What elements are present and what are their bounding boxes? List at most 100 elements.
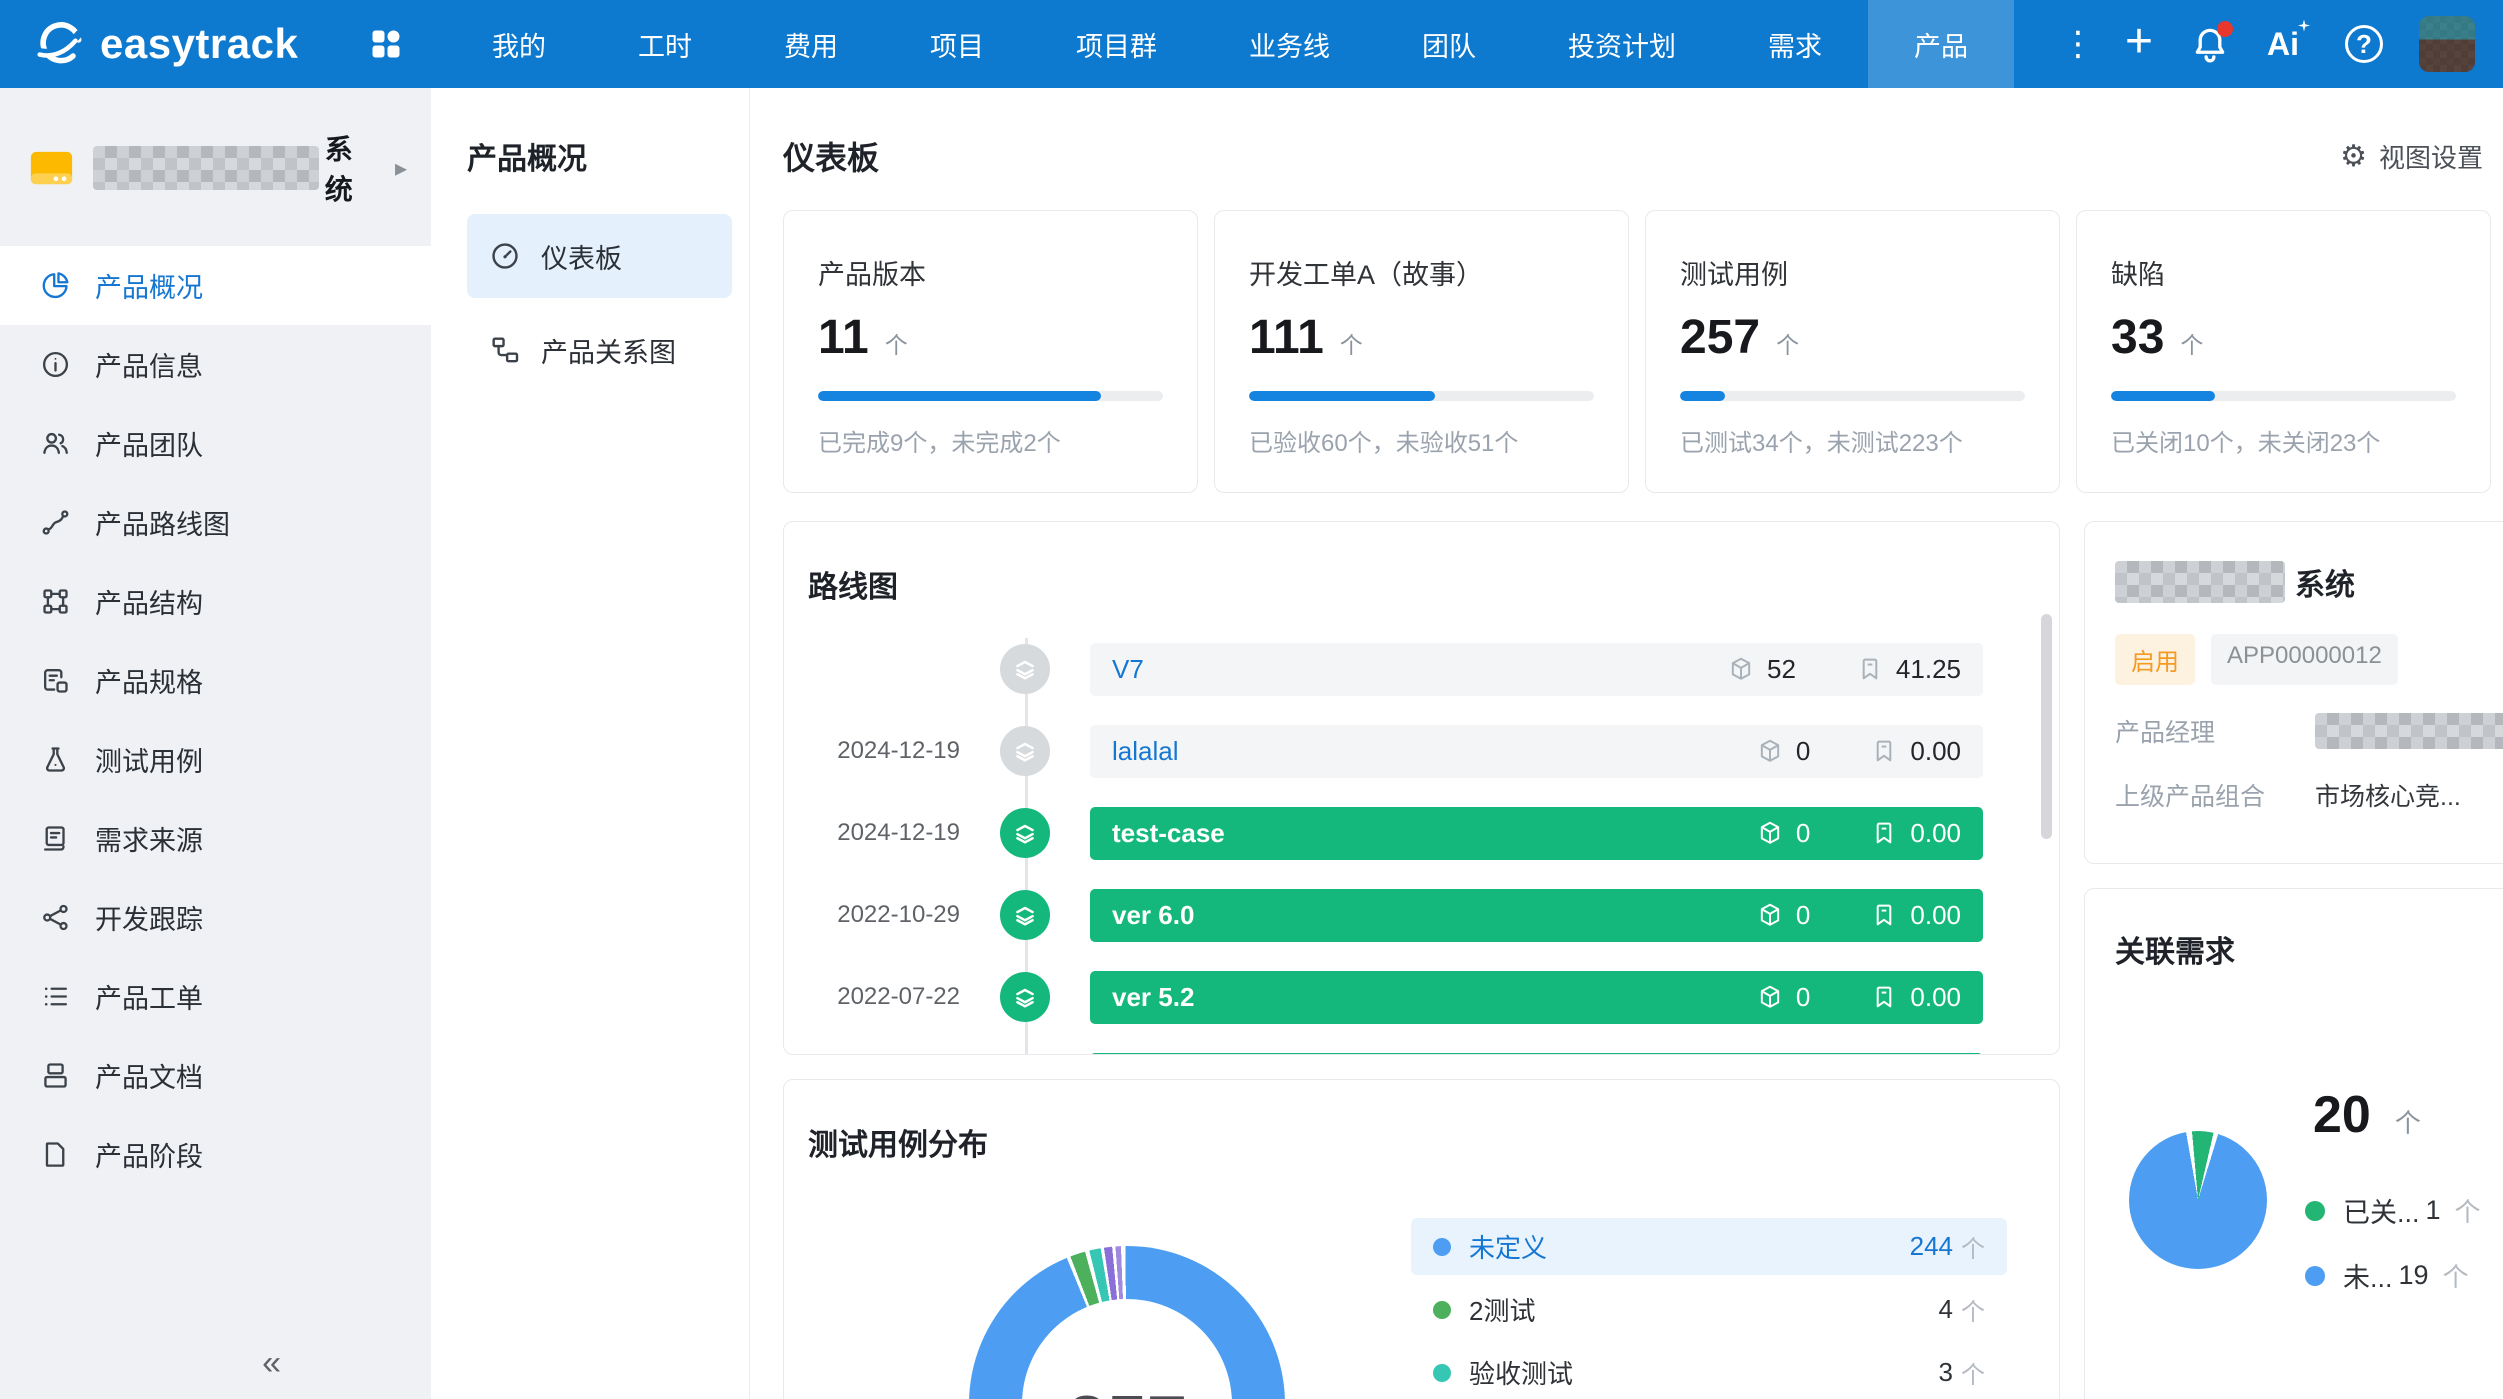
version-name[interactable]: V7 (1112, 654, 1144, 685)
product-title-suffix: 系统 (2295, 560, 2355, 604)
roadmap-version-bar[interactable]: ver 6.0 0 0.00 (1090, 889, 1983, 942)
pie-chart-icon (40, 270, 71, 301)
stat-note: 已完成9个，未完成2个 (818, 423, 1163, 458)
product-sidebar: 系统 ▸ 产品概况 产品信息 产品团队 产品路线图 产品结构 (0, 88, 431, 1399)
sidebar-item-product-structure[interactable]: 产品结构 (0, 562, 431, 641)
overview-submenu: 产品概况 仪表板 产品关系图 (431, 88, 750, 1399)
nav-item-expense[interactable]: 费用 (738, 0, 884, 88)
brand-logo[interactable]: easytrack (0, 18, 300, 70)
sidebar-item-requirement-source[interactable]: 需求来源 (0, 799, 431, 878)
test-distribution-legend: 未定义 244 个 2测试 4 个 验收测试 (1411, 1218, 2007, 1399)
roadmap-version-bar[interactable]: V7 52 41.25 (1090, 643, 1983, 696)
submenu-item-relationship-graph[interactable]: 产品关系图 (467, 308, 732, 392)
nav-item-program[interactable]: 项目群 (1030, 0, 1203, 88)
legend-item-open[interactable]: 未... 19 个 (2305, 1256, 2481, 1295)
spec-icon (40, 665, 71, 696)
nav-item-my[interactable]: 我的 (446, 0, 592, 88)
roadmap-date: 2022-10-29 (808, 901, 960, 929)
share-nodes-icon (40, 902, 71, 933)
view-settings-button[interactable]: ⚙ 视图设置 (2340, 138, 2491, 175)
nav-right-actions: ⋮ + Ai ? (2061, 16, 2503, 72)
version-name[interactable]: ver 5.2 (1112, 982, 1194, 1013)
gear-icon: ⚙ (2340, 139, 2367, 174)
roadmap-version-bar[interactable]: ver 5.2 0 0.00 (1090, 971, 1983, 1024)
notifications-bell-icon[interactable] (2189, 23, 2231, 65)
version-name[interactable]: lalalal (1112, 736, 1179, 767)
submenu-item-label: 仪表板 (541, 237, 622, 276)
stat-note: 已关闭10个，未关闭23个 (2111, 423, 2456, 458)
version-name[interactable]: test-case (1112, 818, 1225, 849)
nav-item-timesheet[interactable]: 工时 (592, 0, 738, 88)
layers-icon (1000, 644, 1050, 694)
team-icon (40, 428, 71, 459)
route-icon (40, 507, 71, 538)
nav-item-requirement[interactable]: 需求 (1722, 0, 1868, 88)
linked-requirements-card: 关联需求 20 个 已关... 1 个 (2084, 888, 2503, 1399)
stat-note: 已验收60个，未验收51个 (1249, 423, 1594, 458)
more-menu-icon[interactable]: ⋮ (2061, 27, 2089, 61)
legend-label: 未... (2343, 1256, 2393, 1295)
roadmap-row: 2024-12-19 test-case 0 (808, 792, 2059, 874)
sidebar-item-dev-tracking[interactable]: 开发跟踪 (0, 878, 431, 957)
sidebar-item-product-roadmap[interactable]: 产品路线图 (0, 483, 431, 562)
view-settings-label: 视图设置 (2379, 138, 2483, 175)
workitem-count: 0 (1796, 818, 1810, 849)
legend-item-closed[interactable]: 已关... 1 个 (2305, 1191, 2481, 1230)
sidebar-item-label: 产品规格 (95, 661, 203, 700)
sidebar-collapse-button[interactable]: « (262, 1344, 281, 1383)
story-points: 41.25 (1896, 654, 1961, 685)
notification-badge-dot (2217, 21, 2233, 37)
layers-icon (1000, 1054, 1050, 1055)
sidebar-item-product-spec[interactable]: 产品规格 (0, 641, 431, 720)
ai-assistant-button[interactable]: Ai (2267, 26, 2309, 63)
version-name[interactable]: ver 6.0 (1112, 900, 1194, 931)
sidebar-item-product-docs[interactable]: 产品文档 (0, 1036, 431, 1115)
sidebar-item-product-info[interactable]: 产品信息 (0, 325, 431, 404)
roadmap-row: 2024-12-19 lalalal 0 (808, 710, 2059, 792)
roadmap-version-bar[interactable]: lalalal 0 0.00 (1090, 725, 1983, 778)
sidebar-item-test-cases[interactable]: 测试用例 (0, 720, 431, 799)
stat-unit: 个 (885, 326, 908, 360)
help-icon[interactable]: ? (2345, 25, 2383, 63)
sidebar-item-label: 产品结构 (95, 582, 203, 621)
redacted-product-name (93, 146, 319, 190)
legend-item-undefined[interactable]: 未定义 244 个 (1411, 1218, 2007, 1275)
legend-item-acceptance-test[interactable]: 验收测试 3 个 (1411, 1344, 2007, 1399)
sidebar-item-product-workorder[interactable]: 产品工单 (0, 957, 431, 1036)
roadmap-version-bar[interactable]: test-case 0 0.00 (1090, 807, 1983, 860)
stat-label: 缺陷 (2111, 253, 2456, 292)
roadmap-scrollbar[interactable] (2041, 614, 2052, 839)
gauge-icon (489, 240, 521, 272)
legend-unit: 个 (2443, 1257, 2469, 1294)
sidebar-item-product-team[interactable]: 产品团队 (0, 404, 431, 483)
roadmap-version-bar[interactable]: ver 5.1 0 0.00 (1090, 1053, 1983, 1056)
legend-label: 2测试 (1469, 1291, 1535, 1328)
nav-item-project[interactable]: 项目 (884, 0, 1030, 88)
sidebar-item-product-stage[interactable]: 产品阶段 (0, 1115, 431, 1194)
user-avatar[interactable] (2419, 16, 2475, 72)
nav-item-team[interactable]: 团队 (1376, 0, 1522, 88)
legend-item-2test[interactable]: 2测试 4 个 (1411, 1281, 2007, 1338)
nav-item-investment-plan[interactable]: 投资计划 (1522, 0, 1722, 88)
apps-grid-icon[interactable] (366, 24, 406, 64)
legend-unit: 个 (2455, 1192, 2481, 1229)
product-switcher[interactable]: 系统 ▸ (0, 88, 431, 246)
nav-item-product[interactable]: 产品 (1868, 0, 2014, 88)
progress-bar (2111, 391, 2456, 401)
chevron-right-icon[interactable]: ▸ (395, 154, 407, 183)
sidebar-item-label: 产品信息 (95, 345, 203, 384)
workitem-count: 52 (1767, 654, 1796, 685)
sidebar-item-label: 测试用例 (95, 740, 203, 779)
easytrack-swoosh-icon (34, 18, 86, 70)
bookmark-icon (1856, 655, 1884, 683)
nav-item-business-line[interactable]: 业务线 (1203, 0, 1376, 88)
donut-center-total: 257 (1067, 1381, 1187, 1399)
sidebar-item-label: 产品路线图 (95, 503, 230, 542)
sidebar-item-label: 产品概况 (95, 266, 203, 305)
create-new-icon[interactable]: + (2125, 18, 2153, 66)
submenu-item-dashboard[interactable]: 仪表板 (467, 214, 732, 298)
sidebar-item-product-overview[interactable]: 产品概况 (0, 246, 431, 325)
legend-value: 244 (1910, 1231, 1953, 1262)
workitem-count: 0 (1796, 900, 1810, 931)
roadmap-title: 路线图 (808, 562, 2059, 606)
